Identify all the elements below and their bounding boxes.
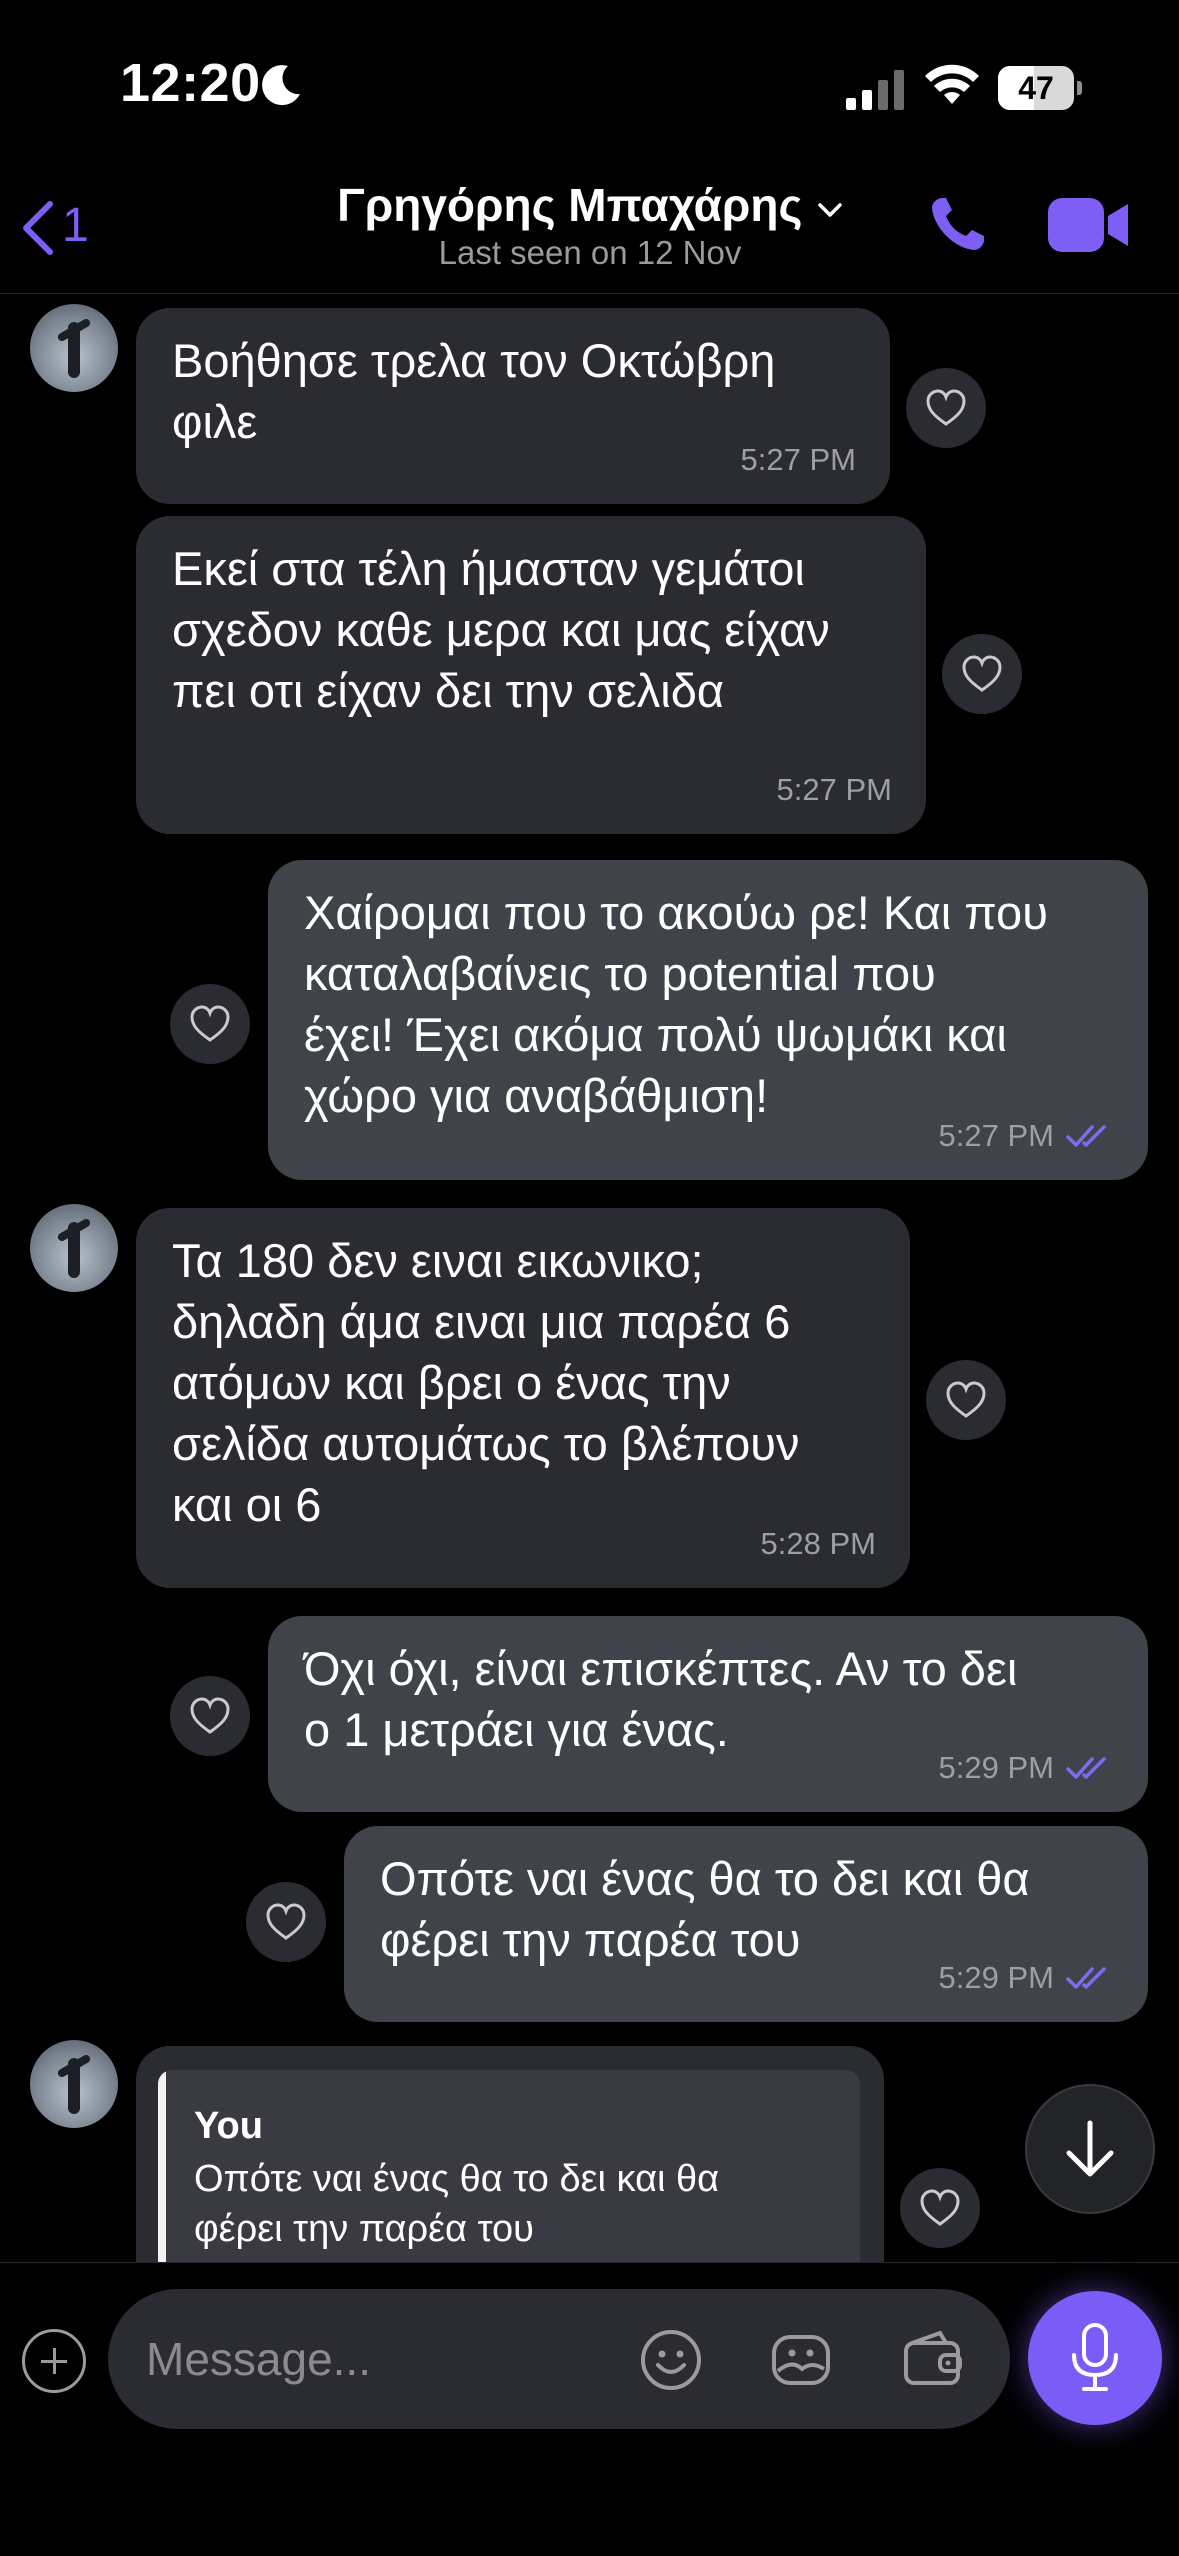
chat-header: 1 Γρηγόρης Μπαχάρης Last seen on 12 Nov: [0, 170, 1179, 294]
arrow-down-icon: [1066, 2120, 1114, 2177]
message-bubble-outgoing[interactable]: Οπότε ναι ένας θα το δει και θα φέρει τη…: [344, 1826, 1148, 2022]
reply-quoted-text: Οπότε ναι ένας θα το δει και θα φέρει τη…: [194, 2158, 720, 2250]
message-time: 5:28 PM: [760, 1526, 876, 1561]
message-text: Χαίρομαι που το ακούω ρε! Και που καταλα…: [304, 886, 1048, 1122]
cellular-signal-icon: [846, 70, 904, 110]
heart-icon: [266, 1903, 306, 1940]
heart-icon: [962, 655, 1002, 692]
heart-icon: [946, 1381, 986, 1418]
battery-indicator: 47: [998, 66, 1082, 110]
message-bubble-outgoing[interactable]: Χαίρομαι που το ακούω ρε! Και που καταλα…: [268, 860, 1148, 1180]
message-bubble-incoming[interactable]: Βοήθησε τρελα τον Οκτώβρη φιλε 5:27 PM: [136, 308, 890, 504]
message-bubble-incoming[interactable]: Εκεί στα τέλη ήμασταν γεμάτοι σχεδον καθ…: [136, 516, 926, 834]
unread-count: 1: [62, 199, 89, 252]
double-check-icon: [1066, 1124, 1106, 1147]
reply-accent-bar: [158, 2070, 166, 2262]
heart-icon: [190, 1005, 230, 1042]
message-bubble-incoming-reply[interactable]: You Οπότε ναι ένας θα το δει και θα φέρε…: [136, 2046, 884, 2262]
phone-icon[interactable]: [926, 192, 990, 256]
message-bubble-incoming[interactable]: Τα 180 δεν ειναι εικωνικο; δηλαδη άμα ει…: [136, 1208, 910, 1588]
message-time: 5:29 PM: [938, 1750, 1054, 1785]
video-camera-icon[interactable]: [1048, 196, 1130, 254]
microphone-icon: [1072, 2323, 1118, 2391]
contact-avatar[interactable]: [30, 1204, 118, 1292]
double-check-icon: [1066, 1756, 1106, 1779]
like-button[interactable]: [170, 984, 250, 1064]
message-text: Εκεί στα τέλη ήμασταν γεμάτοι σχεδον καθ…: [172, 542, 830, 717]
back-button[interactable]: 1: [20, 194, 90, 255]
like-button[interactable]: [900, 2168, 980, 2248]
heart-icon: [926, 389, 966, 426]
chevron-left-icon: [23, 201, 53, 255]
like-button[interactable]: [170, 1676, 250, 1756]
message-time: 5:27 PM: [776, 772, 892, 807]
chevron-down-icon: [818, 203, 842, 217]
contact-name: Γρηγόρης Μπαχάρης: [337, 179, 803, 231]
contact-avatar[interactable]: [30, 304, 118, 392]
message-input[interactable]: [146, 2289, 646, 2429]
message-field[interactable]: [108, 2289, 1010, 2429]
message-bubble-outgoing[interactable]: Όχι όχι, είναι επισκέπτες. Αν το δει ο 1…: [268, 1616, 1148, 1812]
wallet-icon[interactable]: [900, 2327, 966, 2393]
heart-icon: [920, 2189, 960, 2226]
smiley-icon[interactable]: [638, 2327, 704, 2393]
status-bar: 12:20 47: [0, 0, 1179, 170]
like-button[interactable]: [926, 1360, 1006, 1440]
scroll-to-bottom-button[interactable]: [1025, 2084, 1155, 2214]
battery-level-text: 47: [1018, 70, 1054, 106]
double-check-icon: [1066, 1966, 1106, 1989]
last-seen-status: Last seen on 12 Nov: [438, 234, 742, 271]
moon-icon: [262, 65, 300, 106]
message-time: 5:27 PM: [938, 1118, 1054, 1153]
heart-icon: [190, 1697, 230, 1734]
like-button[interactable]: [942, 634, 1022, 714]
like-button[interactable]: [246, 1882, 326, 1962]
like-button[interactable]: [906, 368, 986, 448]
reply-quote[interactable]: You Οπότε ναι ένας θα το δει και θα φέρε…: [158, 2070, 860, 2262]
message-composer: [0, 2262, 1179, 2556]
plus-icon[interactable]: [22, 2329, 86, 2393]
message-time: 5:29 PM: [938, 1960, 1054, 1995]
message-list[interactable]: Βοήθησε τρελα τον Οκτώβρη φιλε 5:27 PM Ε…: [0, 296, 1179, 2262]
message-text: Τα 180 δεν ειναι εικωνικο; δηλαδη άμα ει…: [172, 1234, 800, 1531]
microphone-button[interactable]: [1028, 2291, 1162, 2425]
reply-author: You: [194, 2105, 263, 2147]
contact-info[interactable]: Γρηγόρης Μπαχάρης Last seen on 12 Nov: [290, 178, 890, 272]
status-time: 12:20: [120, 53, 261, 113]
message-time: 5:27 PM: [740, 442, 856, 477]
sticker-icon[interactable]: [768, 2327, 834, 2393]
contact-avatar[interactable]: [30, 2040, 118, 2128]
wifi-icon: [925, 64, 979, 104]
